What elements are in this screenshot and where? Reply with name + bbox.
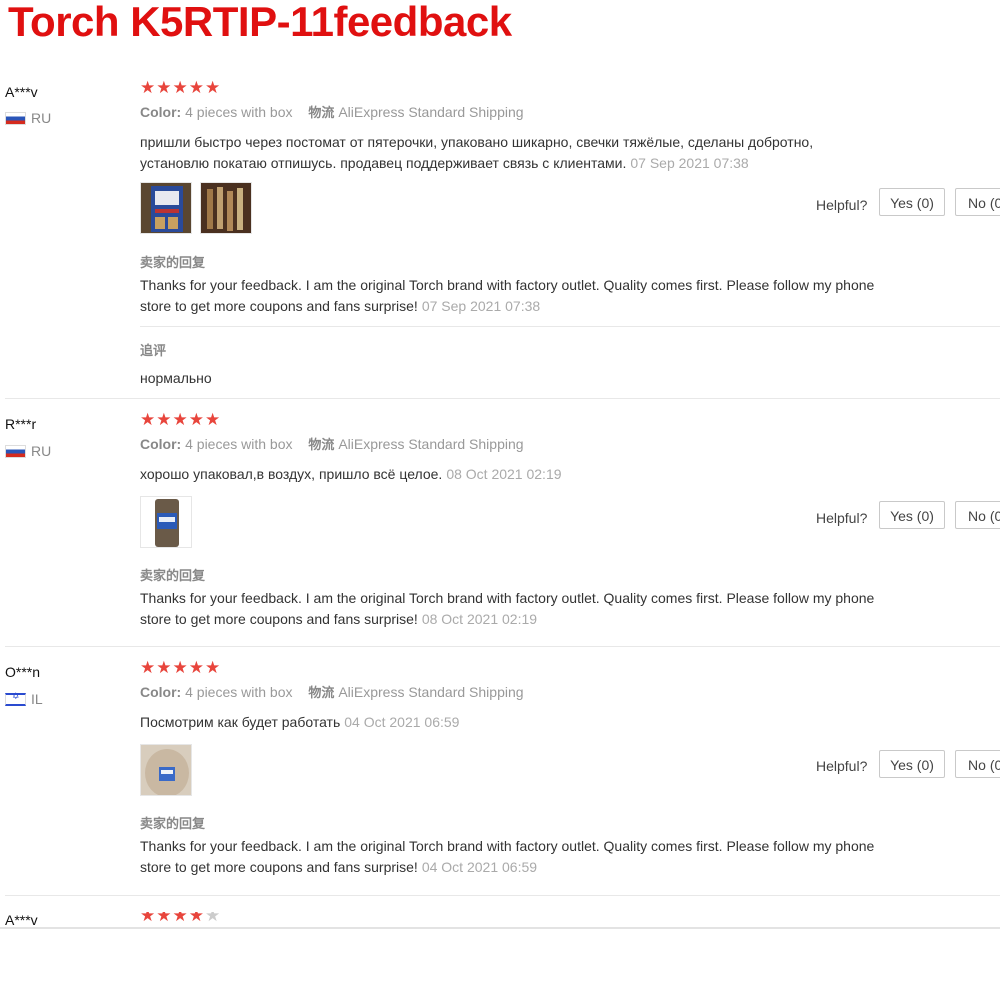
review-meta: Color: 4 pieces with box 物流 AliExpress S… xyxy=(140,434,524,453)
seller-reply-label: 卖家的回复 xyxy=(140,569,206,584)
star-icon: ★★★★★ xyxy=(140,78,222,98)
seller-reply: Thanks for your feedback. I am the origi… xyxy=(140,836,885,878)
review-photo-thumbnail[interactable] xyxy=(140,744,192,796)
review-photo-thumbnail[interactable] xyxy=(140,496,192,548)
review-date: 08 Oct 2021 02:19 xyxy=(446,466,562,482)
reviewer-name: A***v xyxy=(5,912,38,927)
israel-flag-icon xyxy=(5,692,26,706)
review-body: хорошо упаковал,в воздух, пришло всё цел… xyxy=(140,466,443,482)
helpful-label: Helpful? xyxy=(816,510,868,526)
review-meta: Color: 4 pieces with box 物流 AliExpress S… xyxy=(140,682,524,701)
review-divider xyxy=(5,895,1000,896)
review-text: Посмотрим как будет работать 04 Oct 2021 … xyxy=(140,712,885,733)
review-divider xyxy=(5,646,1000,647)
star-icon: ★★★★ xyxy=(140,912,205,926)
shipping-value: AliExpress Standard Shipping xyxy=(338,104,524,120)
review-photos xyxy=(140,744,192,796)
review-meta: Color: 4 pieces with box 物流 AliExpress S… xyxy=(140,102,524,121)
star-empty-icon: ★ xyxy=(204,912,222,926)
helpful-label: Helpful? xyxy=(816,758,868,774)
star-icon: ★★★★★ xyxy=(140,658,222,678)
reviewer-country: RU xyxy=(5,443,51,459)
reviewer-name: A***v xyxy=(5,84,38,100)
review-divider xyxy=(5,398,1000,399)
rating-stars: ★★★★★ xyxy=(140,410,221,430)
color-value: 4 pieces with box xyxy=(185,436,293,452)
country-code: RU xyxy=(31,110,52,126)
divider xyxy=(140,326,1000,327)
reviewer-name: R***r xyxy=(5,416,37,432)
seller-reply-label: 卖家的回复 xyxy=(140,256,206,271)
seller-reply-label: 卖家的回复 xyxy=(140,817,206,832)
color-value: 4 pieces with box xyxy=(185,104,293,120)
review-item: A***v ★★★★★ xyxy=(0,912,1000,927)
review-photos xyxy=(140,182,252,234)
additional-review-label: 追评 xyxy=(140,344,167,359)
additional-review-text: нормально xyxy=(140,370,212,386)
page-title: Torch K5RTIP-11feedback xyxy=(8,0,512,45)
shipping-label: 物流 xyxy=(308,438,335,453)
review-photo-thumbnail[interactable] xyxy=(200,182,252,234)
reviewer-name: O***n xyxy=(5,664,41,680)
review-photos xyxy=(140,496,192,548)
star-icon: ★★★★★ xyxy=(140,410,222,430)
country-code: IL xyxy=(31,691,43,707)
helpful-yes-button[interactable]: Yes (0) xyxy=(879,188,945,216)
review-text: хорошо упаковал,в воздух, пришло всё цел… xyxy=(140,464,885,485)
helpful-no-button[interactable]: No (0) xyxy=(955,188,1000,216)
color-label: Color: xyxy=(140,436,182,452)
seller-reply-date: 08 Oct 2021 02:19 xyxy=(421,611,538,627)
color-value: 4 pieces with box xyxy=(185,684,293,700)
helpful-label: Helpful? xyxy=(816,197,868,213)
rating-stars: ★★★★★ xyxy=(140,912,221,926)
helpful-no-button[interactable]: No (0) xyxy=(955,750,1000,778)
helpful-yes-button[interactable]: Yes (0) xyxy=(879,501,945,529)
reviewer-country: IL xyxy=(5,691,43,707)
review-text: пришли быстро через постомат от пятерочк… xyxy=(140,132,885,174)
page-bottom-border xyxy=(0,927,1000,929)
shipping-value: AliExpress Standard Shipping xyxy=(338,684,524,700)
color-label: Color: xyxy=(140,684,182,700)
rating-stars: ★★★★★ xyxy=(140,658,221,678)
review-body: Посмотрим как будет работать xyxy=(140,714,341,730)
color-label: Color: xyxy=(140,104,182,120)
helpful-no-button[interactable]: No (0) xyxy=(955,501,1000,529)
helpful-yes-button[interactable]: Yes (0) xyxy=(879,750,945,778)
shipping-label: 物流 xyxy=(308,106,335,121)
seller-reply-date: 04 Oct 2021 06:59 xyxy=(421,859,538,875)
seller-reply: Thanks for your feedback. I am the origi… xyxy=(140,275,885,317)
russia-flag-icon xyxy=(5,444,26,458)
shipping-value: AliExpress Standard Shipping xyxy=(338,436,524,452)
russia-flag-icon xyxy=(5,111,26,125)
rating-stars: ★★★★★ xyxy=(140,78,221,98)
review-date: 07 Sep 2021 07:38 xyxy=(630,155,749,171)
seller-reply: Thanks for your feedback. I am the origi… xyxy=(140,588,885,630)
review-photo-thumbnail[interactable] xyxy=(140,182,192,234)
reviewer-country: RU xyxy=(5,110,51,126)
country-code: RU xyxy=(31,443,52,459)
review-date: 04 Oct 2021 06:59 xyxy=(344,714,460,730)
seller-reply-date: 07 Sep 2021 07:38 xyxy=(421,298,541,314)
shipping-label: 物流 xyxy=(308,686,335,701)
